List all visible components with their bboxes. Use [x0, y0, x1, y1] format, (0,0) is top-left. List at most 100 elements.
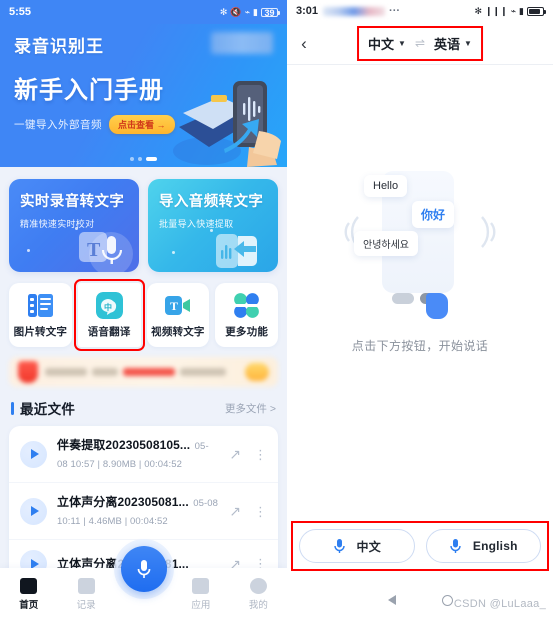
- watermark-text: CSDN @LuLaaa_: [453, 598, 546, 610]
- card-art-text-mic: T: [79, 232, 133, 272]
- card-title: 实时录音转文字: [20, 194, 125, 210]
- battery-icon: 39: [261, 7, 280, 17]
- bubble-english: Hello: [364, 175, 408, 197]
- right-status-bar: 3:01 ··· ✻ ❙❙❙ ⌁ ▮: [287, 0, 553, 22]
- video-to-text-icon: T: [165, 295, 191, 315]
- back-triangle-icon[interactable]: [387, 595, 396, 605]
- card-import-audio[interactable]: 导入音频转文字 批量导入快速提取: [148, 179, 278, 272]
- tab-label: 应用: [191, 599, 211, 611]
- more-options-icon[interactable]: ⋮: [254, 505, 267, 518]
- mic-button-label: English: [472, 539, 518, 553]
- records-icon: [77, 577, 95, 594]
- chevron-down-icon: ▼: [398, 38, 406, 48]
- dot-1[interactable]: [130, 157, 134, 161]
- hero-subtitle: 一键导入外部音频: [14, 119, 102, 131]
- table-row[interactable]: 立体声分离202305081... 05-08 10:11 | 4.46MB |…: [9, 482, 278, 539]
- left-phone-screen: 5:55 ✻ 🔇 ⌁ ▮ 39 录音识别王 新手入门手册 一键导入外部音频 点击…: [0, 0, 287, 620]
- tab-label: 首页: [19, 599, 39, 611]
- home-icon: [20, 577, 38, 594]
- tab-profile[interactable]: 我的: [230, 577, 287, 611]
- mic-button-english[interactable]: English: [425, 529, 541, 563]
- pill-left: [392, 293, 414, 304]
- svg-text:T: T: [87, 239, 101, 261]
- microphone-icon: [450, 539, 461, 553]
- tab-records[interactable]: 记录: [57, 577, 114, 611]
- file-name: 伴奏提取20230508105...: [57, 438, 191, 452]
- more-files-link[interactable]: 更多文件 >: [225, 401, 276, 416]
- mic-button-label: 中文: [356, 539, 381, 554]
- empty-state-hint: 点击下方按钮，开始说话: [351, 339, 489, 353]
- table-row[interactable]: 伴奏提取20230508105... 05-08 10:57 | 8.90MB …: [9, 426, 278, 482]
- language-selector[interactable]: 中文 ▼ ⇌ 英语 ▼: [357, 25, 483, 61]
- image-to-text-icon: [27, 293, 53, 317]
- hero-banner[interactable]: 录音识别王 新手入门手册 一键导入外部音频 点击查看 →: [0, 24, 287, 167]
- bubble-chinese: 你好: [412, 201, 455, 228]
- quick-actions-row: 图片转文字 中 语音翻译 T 视频转文字 更多功能: [0, 272, 287, 351]
- share-icon[interactable]: ↗: [229, 447, 241, 461]
- voice-translate-icon: 中: [95, 291, 123, 319]
- tab-apps[interactable]: 应用: [172, 577, 229, 611]
- sound-wave-right-icon: [481, 216, 496, 248]
- status-ellipsis: ···: [389, 5, 401, 17]
- grid-more-icon: [234, 292, 259, 318]
- record-fab-button[interactable]: [120, 546, 167, 592]
- dot-3-active[interactable]: [146, 157, 157, 161]
- promo-banner-blurred[interactable]: [9, 357, 278, 387]
- play-icon[interactable]: [20, 440, 47, 468]
- quick-action-label: 语音翻译: [87, 325, 131, 338]
- header-divider: [287, 64, 553, 65]
- card-art-folder-import: [216, 234, 257, 268]
- chevron-left-icon[interactable]: ‹: [287, 35, 321, 52]
- share-icon[interactable]: ↗: [229, 504, 241, 518]
- dot-2[interactable]: [138, 157, 142, 161]
- target-language-label: 英语: [434, 36, 461, 52]
- translate-header: ‹ 中文 ▼ ⇌ 英语 ▼: [287, 22, 553, 64]
- play-icon[interactable]: [20, 497, 47, 525]
- status-clock: 5:55: [9, 6, 32, 18]
- card-realtime-transcribe[interactable]: 实时录音转文字 精准快速实时校对 T: [9, 179, 139, 272]
- translation-illustration: Hello 你好 안녕하세요: [330, 153, 510, 319]
- quick-action-video-to-text[interactable]: T 视频转文字: [146, 283, 210, 347]
- card-title: 导入音频转文字: [159, 194, 264, 210]
- target-language-dropdown[interactable]: 英语 ▼: [434, 34, 472, 53]
- empty-state: Hello 你好 안녕하세요 点击下方按钮，开始说话: [287, 153, 553, 354]
- home-circle-icon[interactable]: [441, 594, 453, 606]
- promo-action-button[interactable]: [245, 363, 269, 381]
- bluetooth-icon: ✻: [474, 5, 482, 16]
- tab-home[interactable]: 首页: [0, 577, 57, 611]
- left-status-bar: 5:55 ✻ 🔇 ⌁ ▮ 39: [0, 0, 287, 24]
- microphone-icon: [137, 560, 150, 578]
- shield-icon: [18, 361, 38, 383]
- mic-button-chinese[interactable]: 中文: [299, 529, 415, 563]
- swap-arrows-icon[interactable]: ⇌: [415, 36, 425, 50]
- tab-label: 我的: [248, 599, 268, 611]
- vibrate-icon: ❙❙❙: [485, 5, 508, 16]
- quick-action-image-to-text[interactable]: 图片转文字: [9, 283, 72, 347]
- quick-action-more[interactable]: 更多功能: [215, 283, 278, 347]
- source-language-dropdown[interactable]: 中文 ▼: [368, 34, 406, 53]
- recent-files-header: 最近文件 更多文件 >: [0, 387, 287, 418]
- status-blurred-region: [323, 6, 386, 16]
- mic-buttons-row: 中文 English: [291, 521, 549, 571]
- svg-text:T: T: [170, 299, 178, 313]
- svg-text:中: 中: [104, 302, 112, 312]
- apps-icon: [192, 577, 210, 594]
- quick-action-label: 图片转文字: [13, 325, 68, 338]
- microphone-icon: [333, 539, 345, 553]
- tap-hand-icon: [426, 293, 448, 319]
- battery-icon: [527, 6, 546, 16]
- hero-illustration: [173, 81, 281, 167]
- chevron-down-icon: ▼: [464, 38, 472, 48]
- signal-icon: ▮: [519, 5, 524, 16]
- bluetooth-icon: ✻: [219, 6, 228, 17]
- profile-icon: [249, 577, 267, 594]
- quick-action-label: 视频转文字: [151, 325, 205, 338]
- banner-pagination-dots[interactable]: [0, 157, 287, 161]
- source-language-label: 中文: [368, 36, 395, 52]
- right-phone-screen: 3:01 ··· ✻ ❙❙❙ ⌁ ▮ ‹ 中文 ▼ ⇌ 英语 ▼ Hello 你…: [287, 0, 553, 620]
- feature-cards: 实时录音转文字 精准快速实时校对 T 导入音频转文字 批量导入快速提取: [0, 167, 287, 272]
- more-options-icon[interactable]: ⋮: [254, 448, 267, 461]
- wifi-icon: ⌁: [510, 5, 517, 16]
- quick-action-voice-translate[interactable]: 中 语音翻译: [73, 279, 145, 351]
- signal-icon: ▮: [253, 6, 258, 17]
